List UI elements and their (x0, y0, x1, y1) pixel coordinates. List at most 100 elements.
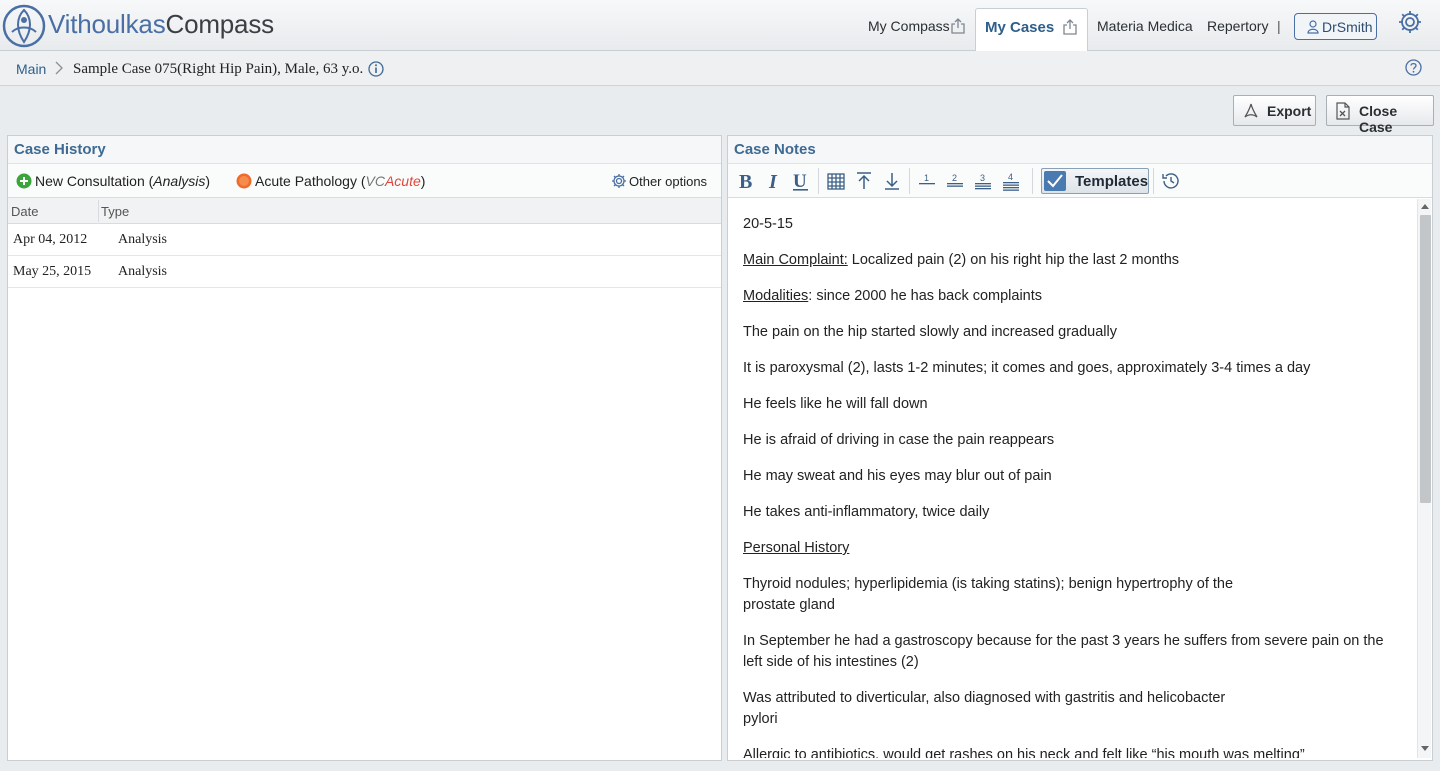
note-line: Was attributed to diverticular, also dia… (743, 690, 1226, 706)
brand-part-1: Vithoulkas (48, 9, 166, 39)
share-icon[interactable] (1063, 19, 1077, 35)
user-name: DrSmith (1322, 19, 1373, 35)
heading-3-icon[interactable]: 3 (972, 170, 994, 192)
acute-pathology-button[interactable]: Acute Pathology (VCAcute) (236, 173, 425, 189)
note-line: 20-5-15 (743, 216, 793, 232)
toolbar-divider (909, 168, 910, 194)
case-notes-title: Case Notes (734, 141, 816, 158)
other-options-button[interactable]: Other options (611, 174, 707, 189)
add-circle-icon (16, 173, 32, 189)
note-line: He is afraid of driving in case the pain… (743, 432, 1055, 448)
acute-pathology-close: ) (420, 173, 426, 189)
svg-text:4: 4 (1008, 172, 1013, 182)
tab-my-cases-label: My Cases (985, 19, 1055, 36)
row-date: Apr 04, 2012 (13, 232, 88, 247)
svg-text:I: I (768, 171, 778, 192)
notes-scrollbar[interactable] (1417, 199, 1431, 758)
move-up-icon[interactable] (853, 170, 875, 192)
nav-repertory[interactable]: Repertory (1207, 18, 1268, 34)
vithoulkas-logo-icon[interactable] (2, 4, 46, 48)
case-notes-panel: Case Notes B I U 1 2 3 4 Templates 20-5-… (727, 135, 1433, 761)
settings-gear-icon[interactable] (1397, 9, 1423, 35)
new-consultation-type: Analysis (153, 173, 206, 189)
app-brand[interactable]: VithoulkasCompass (48, 9, 274, 40)
templates-button[interactable]: Templates (1041, 168, 1149, 194)
case-notes-header: Case Notes (728, 136, 1432, 164)
note-line: In September he had a gastroscopy becaus… (743, 633, 1384, 649)
main-complaint-text: Localized pain (2) on his right hip the … (847, 252, 1180, 268)
underline-icon[interactable]: U (790, 170, 812, 192)
gear-icon (612, 174, 626, 188)
nav-separator: | (1277, 18, 1281, 34)
table-row[interactable]: May 25, 2015 Analysis (8, 256, 721, 288)
chevron-right-icon (55, 61, 63, 75)
note-line: He feels like he will fall down (743, 396, 928, 412)
nav-materia-medica[interactable]: Materia Medica (1097, 18, 1193, 34)
other-options-label: Other options (629, 174, 708, 189)
heading-2-icon[interactable]: 2 (944, 170, 966, 192)
toolbar-divider (818, 168, 819, 194)
note-line: Thyroid nodules; hyperlipidemia (is taki… (743, 576, 1234, 592)
note-line: Allergic to antibiotics, would get rashe… (743, 747, 1305, 758)
case-history-header: Case History (8, 136, 721, 164)
modalities-heading: Modalities (743, 288, 809, 304)
editor-toolbar: B I U 1 2 3 4 Templates (728, 164, 1432, 198)
new-consultation-label: New Consultation ( (35, 173, 154, 189)
svg-text:2: 2 (952, 173, 957, 183)
case-history-table-header: Date Type (8, 198, 721, 224)
case-notes-editor[interactable]: 20-5-15 Main Complaint: Localized pain (… (729, 199, 1415, 758)
table-row[interactable]: Apr 04, 2012 Analysis (8, 224, 721, 256)
export-pdf-icon (1244, 103, 1258, 118)
breadcrumb-main-link[interactable]: Main (16, 61, 46, 77)
user-menu-button[interactable]: DrSmith (1294, 13, 1377, 40)
toolbar-divider (1032, 168, 1033, 194)
note-line: The pain on the hip started slowly and i… (743, 324, 1118, 340)
help-icon[interactable] (1405, 59, 1422, 76)
bold-icon[interactable]: B (735, 170, 757, 192)
note-line: It is paroxysmal (2), lasts 1-2 minutes;… (743, 360, 1311, 376)
export-label: Export (1267, 103, 1312, 119)
templates-label: Templates (1075, 173, 1149, 190)
breadcrumb-case-title: Sample Case 075(Right Hip Pain), Male, 6… (73, 61, 364, 77)
export-button[interactable]: Export (1233, 95, 1316, 126)
brand-part-2: Compass (165, 9, 275, 39)
info-icon[interactable] (368, 61, 384, 77)
tab-my-cases[interactable]: My Cases (975, 8, 1088, 52)
acute-circle-icon (236, 173, 252, 189)
toolbar-divider (1153, 168, 1154, 194)
note-line: pylori (743, 711, 778, 727)
modalities-text: : since 2000 he has back complaints (808, 288, 1043, 304)
heading-1-icon[interactable]: 1 (916, 170, 938, 192)
history-clock-icon[interactable] (1160, 170, 1182, 192)
svg-text:1: 1 (924, 173, 929, 183)
note-line: Modalities: since 2000 he has back compl… (743, 286, 1042, 307)
breadcrumb: Main Sample Case 075(Right Hip Pain), Ma… (0, 51, 1440, 86)
note-line: Main Complaint: Localized pain (2) on hi… (743, 250, 1179, 271)
move-down-icon[interactable] (881, 170, 903, 192)
heading-4-icon[interactable]: 4 (1000, 170, 1022, 192)
acute-word: Acute (384, 173, 421, 189)
row-type: Analysis (118, 264, 167, 279)
case-history-options-bar: New Consultation (Analysis) Acute Pathol… (8, 164, 721, 198)
column-type[interactable]: Type (101, 204, 129, 219)
close-case-button[interactable]: Close Case (1326, 95, 1434, 135)
column-date[interactable]: Date (11, 204, 38, 219)
scrollbar-thumb[interactable] (1420, 215, 1431, 503)
new-consultation-button[interactable]: New Consultation (Analysis) (16, 173, 210, 189)
italic-icon[interactable]: I (763, 170, 785, 192)
case-history-title: Case History (14, 141, 106, 158)
note-line: left side of his intestines (2) (743, 654, 919, 670)
case-history-panel: Case History New Consultation (Analysis)… (7, 135, 722, 761)
acute-vc: VC (365, 173, 385, 189)
svg-text:3: 3 (980, 173, 985, 183)
nav-my-compass[interactable]: My Compass (868, 18, 950, 34)
row-type: Analysis (118, 232, 167, 247)
table-icon[interactable] (825, 170, 847, 192)
column-divider (98, 200, 99, 222)
close-document-icon (1336, 102, 1350, 120)
share-icon[interactable] (951, 18, 965, 34)
scroll-up-icon[interactable] (1421, 203, 1429, 211)
scroll-down-icon[interactable] (1421, 744, 1429, 752)
note-line: prostate gland (743, 597, 835, 613)
new-consultation-close: ) (205, 173, 211, 189)
